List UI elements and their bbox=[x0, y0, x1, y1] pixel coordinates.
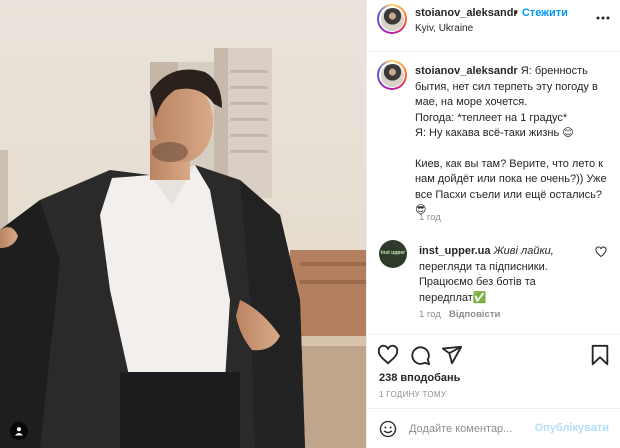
likes-count[interactable]: 238 вподобань bbox=[379, 372, 460, 384]
commenter-username[interactable]: inst_upper.ua bbox=[419, 245, 491, 257]
add-comment-bar: Опублікувати bbox=[367, 408, 620, 448]
follow-label[interactable]: Стежити bbox=[522, 7, 568, 19]
share-icon[interactable] bbox=[441, 344, 463, 366]
caption-line: Я: Ну какава всё-таки жизнь 😊 bbox=[415, 127, 574, 139]
caption-avatar[interactable] bbox=[377, 60, 407, 90]
caption-line: Киев, как вы там? Верите, что лето к нам… bbox=[415, 157, 607, 217]
post-photo[interactable] bbox=[0, 0, 366, 448]
photo-illustration bbox=[0, 0, 366, 448]
caption-line: Погода: *теплеет на 1 градус* bbox=[415, 111, 568, 124]
commenter-avatar-text: inst upper bbox=[380, 250, 406, 257]
commenter-avatar[interactable]: inst upper bbox=[379, 240, 407, 268]
post-modal: stoianov_aleksandr • Стежити Kyiv, Ukrain… bbox=[0, 0, 620, 448]
post-side-panel: stoianov_aleksandr • Стежити Kyiv, Ukrain… bbox=[366, 0, 620, 448]
author-avatar[interactable] bbox=[377, 4, 407, 34]
emoji-icon[interactable] bbox=[379, 420, 397, 438]
post-location[interactable]: Kyiv, Ukraine bbox=[415, 23, 473, 34]
post-caption: stoianov_aleksandr Я: бренность бытия, н… bbox=[415, 64, 611, 219]
caption-timestamp[interactable]: 1 год bbox=[419, 212, 441, 223]
caption-username[interactable]: stoianov_aleksandr bbox=[415, 65, 518, 77]
heart-icon[interactable] bbox=[377, 344, 399, 366]
bookmark-icon[interactable] bbox=[589, 344, 611, 366]
caption-line bbox=[415, 142, 611, 157]
follow-button[interactable]: • Стежити bbox=[514, 7, 568, 19]
post-timestamp[interactable]: 1 ГОДИНУ ТОМУ bbox=[379, 390, 446, 399]
comment-text: перегляди та підписники. Працюємо без бо… bbox=[419, 260, 548, 304]
reply-button[interactable]: Відповісти bbox=[449, 309, 500, 320]
comment-icon[interactable] bbox=[409, 344, 431, 366]
publish-button[interactable]: Опублікувати bbox=[535, 422, 609, 434]
comment-input[interactable] bbox=[409, 421, 549, 437]
action-bar bbox=[367, 334, 620, 372]
comment-text-italic: Живі лайки, bbox=[493, 245, 554, 257]
comment-timestamp[interactable]: 1 год bbox=[419, 309, 441, 320]
post-header: stoianov_aleksandr • Стежити Kyiv, Ukrain… bbox=[367, 0, 620, 52]
comment-item: inst_upper.ua Живі лайки, перегляди та п… bbox=[419, 244, 589, 306]
user-tag-icon[interactable] bbox=[10, 422, 28, 440]
author-username[interactable]: stoianov_aleksandr bbox=[415, 7, 518, 19]
more-icon[interactable] bbox=[595, 10, 611, 26]
comment-heart-icon[interactable] bbox=[595, 246, 607, 258]
